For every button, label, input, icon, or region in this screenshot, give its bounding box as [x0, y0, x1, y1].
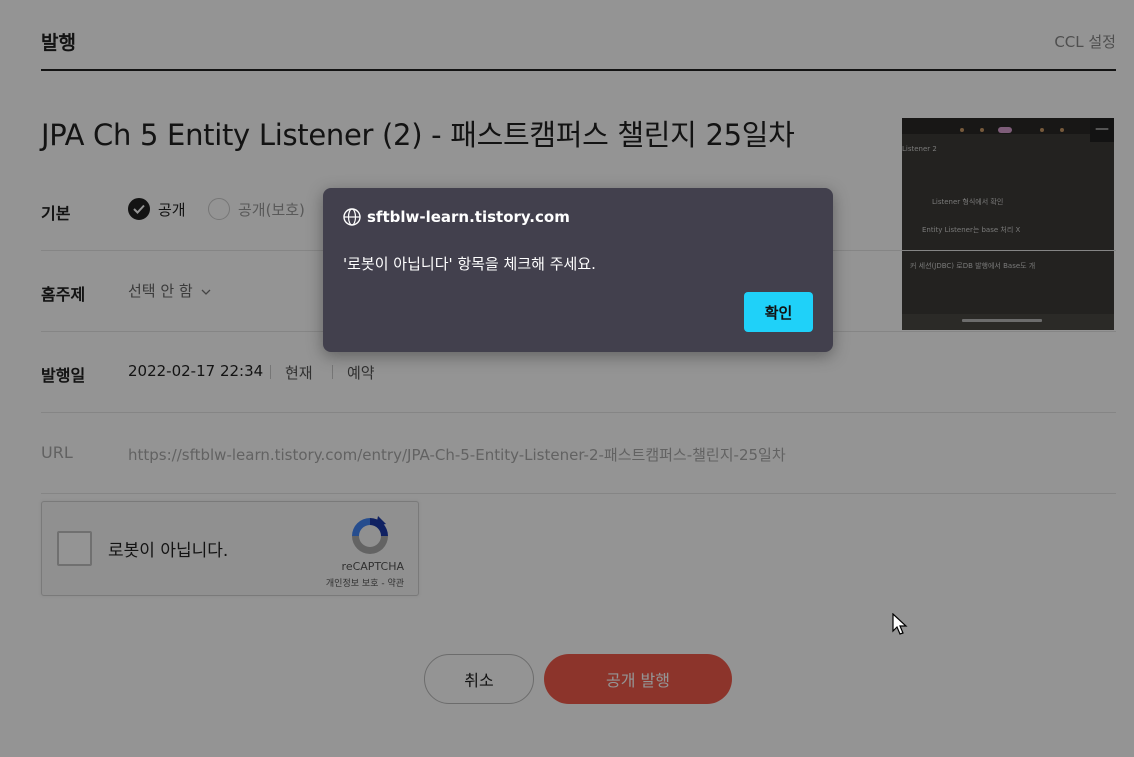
dialog-ok-button[interactable]: 확인 — [744, 292, 813, 332]
modal-overlay — [0, 0, 1134, 757]
dialog-origin-text: sftblw-learn.tistory.com — [367, 208, 570, 226]
globe-icon — [343, 208, 361, 226]
dialog-origin: sftblw-learn.tistory.com — [343, 208, 570, 226]
dialog-message: '로봇이 아닙니다' 항목을 체크해 주세요. — [343, 255, 596, 273]
mouse-cursor-icon — [892, 613, 908, 635]
alert-dialog: sftblw-learn.tistory.com '로봇이 아닙니다' 항목을 … — [323, 188, 833, 352]
